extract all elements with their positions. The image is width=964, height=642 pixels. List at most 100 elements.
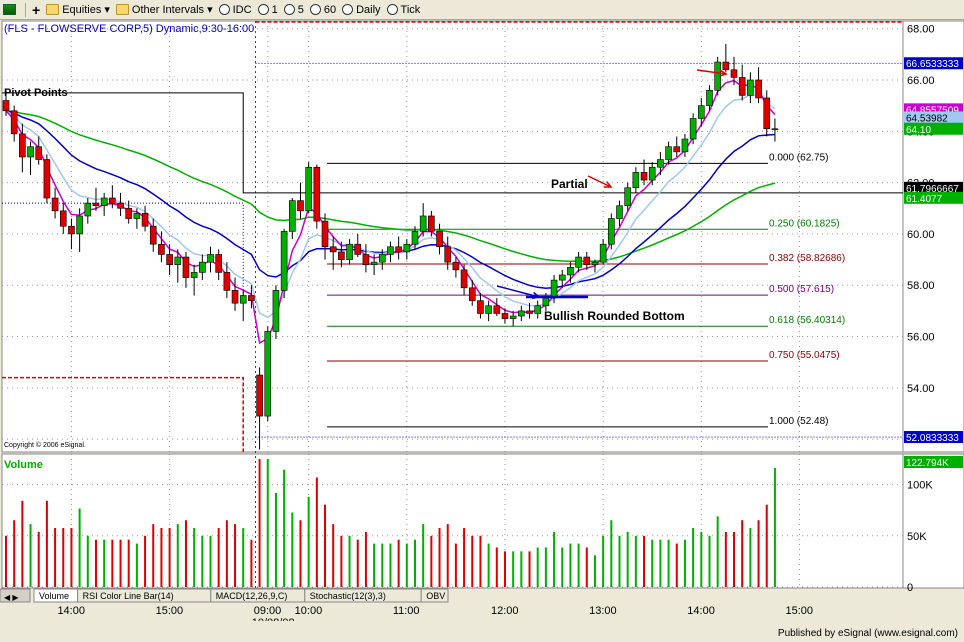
- time-tick-label: 15:00: [156, 605, 184, 617]
- volume-bar: [86, 535, 89, 587]
- volume-bar: [593, 555, 596, 587]
- volume-bar: [250, 539, 253, 587]
- volume-bar: [757, 520, 760, 587]
- interval-60-button[interactable]: 60: [307, 1, 339, 19]
- circle-icon: [309, 4, 321, 15]
- volume-tick-label: 50K: [907, 531, 927, 543]
- candle-body: [509, 315, 517, 319]
- candle-body: [215, 254, 222, 273]
- idc-button[interactable]: IDC: [216, 1, 255, 19]
- chart-app-icon[interactable]: [0, 1, 22, 19]
- volume-bar: [536, 547, 539, 587]
- candle-body: [444, 246, 452, 263]
- fib-level-label: 0.500 (57.615): [769, 284, 834, 295]
- volume-bar: [54, 528, 57, 587]
- candle-body: [51, 197, 59, 212]
- volume-bar: [471, 535, 474, 587]
- volume-bar: [463, 528, 466, 587]
- interval-1-button[interactable]: 1: [255, 1, 281, 19]
- volume-tick-label: 0: [907, 582, 913, 594]
- candle-body: [362, 254, 370, 266]
- candle-body: [370, 261, 378, 266]
- date-label: 10/08/08: [252, 617, 295, 621]
- candle-body: [460, 269, 468, 289]
- candle-body: [256, 374, 263, 417]
- candle-body: [27, 146, 34, 158]
- volume-bar: [274, 492, 277, 587]
- circle-icon: [257, 4, 269, 15]
- chart-title: (FLS - FLOWSERVE CORP,5) Dynamic,9:30-16…: [4, 23, 254, 35]
- volume-bar: [119, 539, 122, 587]
- volume-bar: [324, 504, 327, 587]
- circle-icon: [342, 4, 354, 15]
- volume-bar: [512, 551, 515, 587]
- volume-bar: [544, 547, 547, 587]
- volume-bar: [332, 524, 335, 587]
- copyright-label: Copyright © 2006 eSignal.: [4, 441, 86, 449]
- candle-body: [534, 305, 542, 314]
- candle-body: [526, 310, 533, 314]
- volume-bar: [634, 535, 637, 587]
- volume-bar: [692, 528, 695, 587]
- candle-body: [223, 272, 231, 291]
- candle-body: [542, 297, 550, 307]
- candle-body: [485, 305, 492, 314]
- candle-body: [452, 261, 460, 271]
- candle-body: [640, 172, 648, 181]
- candle-body: [583, 256, 591, 266]
- candle-body: [567, 266, 574, 276]
- volume-bar: [700, 531, 703, 587]
- candle-body: [141, 213, 149, 227]
- folder-icon: [46, 4, 60, 15]
- volume-bar: [283, 469, 286, 587]
- candle-body: [468, 287, 476, 301]
- time-tick-label: 11:00: [393, 605, 420, 617]
- volume-bar: [21, 500, 24, 587]
- equities-menu[interactable]: Equities ▾: [43, 1, 113, 19]
- candle-body: [19, 133, 26, 158]
- candle-body: [133, 213, 141, 219]
- candle-body: [158, 243, 165, 255]
- candle-body: [599, 243, 607, 263]
- volume-bar: [364, 531, 367, 587]
- candle-body: [297, 200, 304, 212]
- volume-bar: [446, 524, 449, 587]
- volume-bar: [70, 528, 73, 587]
- price-tick-label: 68.00: [907, 24, 935, 36]
- scroll-arrow-icon: ◀ ▶: [4, 593, 19, 602]
- chart-toolbar: + Equities ▾ Other Intervals ▾ IDC 1 5 6…: [0, 0, 964, 20]
- volume-tick-label: 100K: [907, 480, 933, 492]
- add-symbol-button[interactable]: +: [29, 1, 43, 19]
- volume-bar: [414, 539, 416, 587]
- circle-icon: [218, 4, 230, 15]
- candle-body: [730, 69, 738, 78]
- volume-bar: [13, 520, 16, 587]
- volume-bar: [209, 535, 212, 587]
- candle-body: [771, 128, 779, 131]
- volume-bar: [291, 512, 294, 587]
- tick-button[interactable]: Tick: [384, 1, 424, 19]
- volume-bar: [651, 539, 654, 587]
- candle-body: [747, 79, 754, 96]
- candle-body: [681, 138, 689, 153]
- volume-bar: [643, 535, 646, 587]
- daily-button[interactable]: Daily: [339, 1, 383, 19]
- candle-body: [313, 166, 321, 222]
- volume-bar: [520, 551, 523, 587]
- volume-bar: [127, 539, 130, 587]
- interval-5-button[interactable]: 5: [281, 1, 307, 19]
- volume-bar: [160, 528, 163, 587]
- candle-body: [10, 110, 18, 135]
- volume-bar: [405, 543, 408, 587]
- candle-body: [665, 146, 672, 160]
- volume-bar: [144, 535, 147, 587]
- volume-bar: [683, 539, 686, 587]
- volume-bar: [561, 547, 564, 587]
- volume-bar: [716, 516, 719, 587]
- volume-bar: [733, 531, 736, 587]
- volume-bar: [78, 508, 81, 587]
- fib-level-label: 1.000 (52.48): [769, 416, 829, 427]
- volume-bar: [741, 520, 744, 587]
- candle-body: [43, 159, 51, 199]
- other-intervals-menu[interactable]: Other Intervals ▾: [113, 1, 216, 19]
